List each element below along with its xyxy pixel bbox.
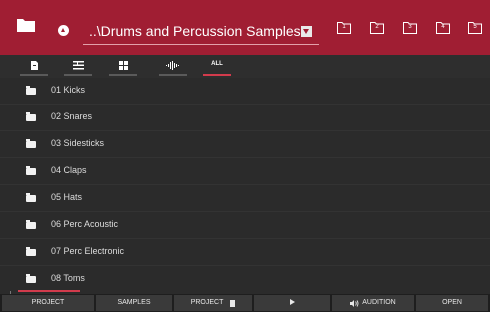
project-tab-label: PROJECT <box>31 299 65 306</box>
horizontal-scroll-indicator[interactable] <box>18 290 80 292</box>
folder-slot-2-button[interactable]: 2 <box>370 22 384 34</box>
list-item[interactable]: 07 Perc Electronic <box>0 239 490 266</box>
tab-underline <box>109 74 137 76</box>
path-selector[interactable]: ..\Drums and Percussion Samples <box>83 20 319 45</box>
folder-icon <box>26 274 36 283</box>
folder-slot-4-button[interactable]: 4 <box>436 22 450 34</box>
folder-slot-3-button[interactable]: 3 <box>403 22 417 34</box>
folder-slot-5-button[interactable]: 5 <box>468 22 482 34</box>
folder-icon <box>26 247 36 256</box>
load-project-label: PROJECT <box>190 299 224 306</box>
current-path: ..\Drums and Percussion Samples <box>89 23 301 39</box>
list-item[interactable]: 03 Sidesticks <box>0 131 490 158</box>
grid-view-icon <box>118 61 128 70</box>
list-item[interactable]: 06 Perc Acoustic <box>0 212 490 239</box>
tab-all[interactable]: ALL <box>202 55 232 78</box>
folder-slot-number: 4 <box>441 24 445 30</box>
list-item-label: 07 Perc Electronic <box>51 246 125 256</box>
folder-icon <box>26 193 36 202</box>
open-label: OPEN <box>442 299 462 306</box>
tab-grid-view[interactable] <box>108 55 138 78</box>
folder-slot-number: 3 <box>408 24 412 30</box>
folder-icon <box>26 220 36 229</box>
play-button[interactable] <box>254 295 330 311</box>
list-view-icon <box>72 61 84 70</box>
list-item-label: 08 Toms <box>51 273 85 283</box>
list-item[interactable]: 05 Hats <box>0 185 490 212</box>
tab-underline <box>64 74 92 76</box>
list-item-label: 05 Hats <box>51 192 83 202</box>
load-project-button[interactable]: PROJECT <box>174 295 252 311</box>
tab-all-label: ALL <box>211 61 223 67</box>
folder-slot-number: 2 <box>375 24 379 30</box>
tab-underline-active <box>203 74 231 76</box>
waveform-icon <box>166 61 179 70</box>
folder-icon <box>26 86 36 95</box>
tab-underline <box>159 74 187 76</box>
audition-button[interactable]: AUDITION <box>332 295 414 311</box>
tab-waveform[interactable] <box>158 55 188 78</box>
tab-file[interactable] <box>19 55 49 78</box>
list-item-label: 03 Sidesticks <box>51 138 105 148</box>
header-bar: ..\Drums and Percussion Samples 1 2 3 4 … <box>0 0 490 55</box>
parent-folder-button[interactable] <box>58 25 69 36</box>
list-item[interactable]: 08 Toms <box>0 266 490 290</box>
list-item-label: 06 Perc Acoustic <box>51 219 119 229</box>
folder-icon <box>26 166 36 175</box>
project-tab-button[interactable]: PROJECT <box>2 295 94 311</box>
folder-icon[interactable] <box>17 18 35 32</box>
list-item-label: 04 Claps <box>51 165 87 175</box>
play-icon <box>289 299 295 306</box>
samples-tab-label: SAMPLES <box>117 299 151 306</box>
list-item-label: 01 Kicks <box>51 85 86 95</box>
document-icon <box>30 61 38 70</box>
samples-tab-button[interactable]: SAMPLES <box>96 295 172 311</box>
document-icon <box>230 299 236 307</box>
list-item[interactable]: 01 Kicks <box>0 78 490 105</box>
folder-slot-number: 1 <box>342 24 346 30</box>
audition-label: AUDITION <box>362 299 396 306</box>
folder-icon <box>26 112 36 121</box>
folder-icon <box>26 139 36 148</box>
filter-tabs: ALL <box>0 55 490 78</box>
tab-list-view[interactable] <box>63 55 93 78</box>
list-item[interactable]: 04 Claps <box>0 158 490 185</box>
open-button[interactable]: OPEN <box>416 295 488 311</box>
tab-underline <box>20 74 48 76</box>
file-list: 01 Kicks 02 Snares 03 Sidesticks 04 Clap… <box>0 78 490 290</box>
folder-slot-number: 5 <box>473 24 477 30</box>
folder-slot-1-button[interactable]: 1 <box>337 22 351 34</box>
speaker-icon <box>350 299 359 307</box>
list-item-label: 02 Snares <box>51 111 93 121</box>
list-item[interactable]: 02 Snares <box>0 104 490 131</box>
bottom-toolbar: PROJECT SAMPLES PROJECT AUDITION OPEN <box>0 294 490 312</box>
chevron-down-icon[interactable] <box>301 26 312 37</box>
